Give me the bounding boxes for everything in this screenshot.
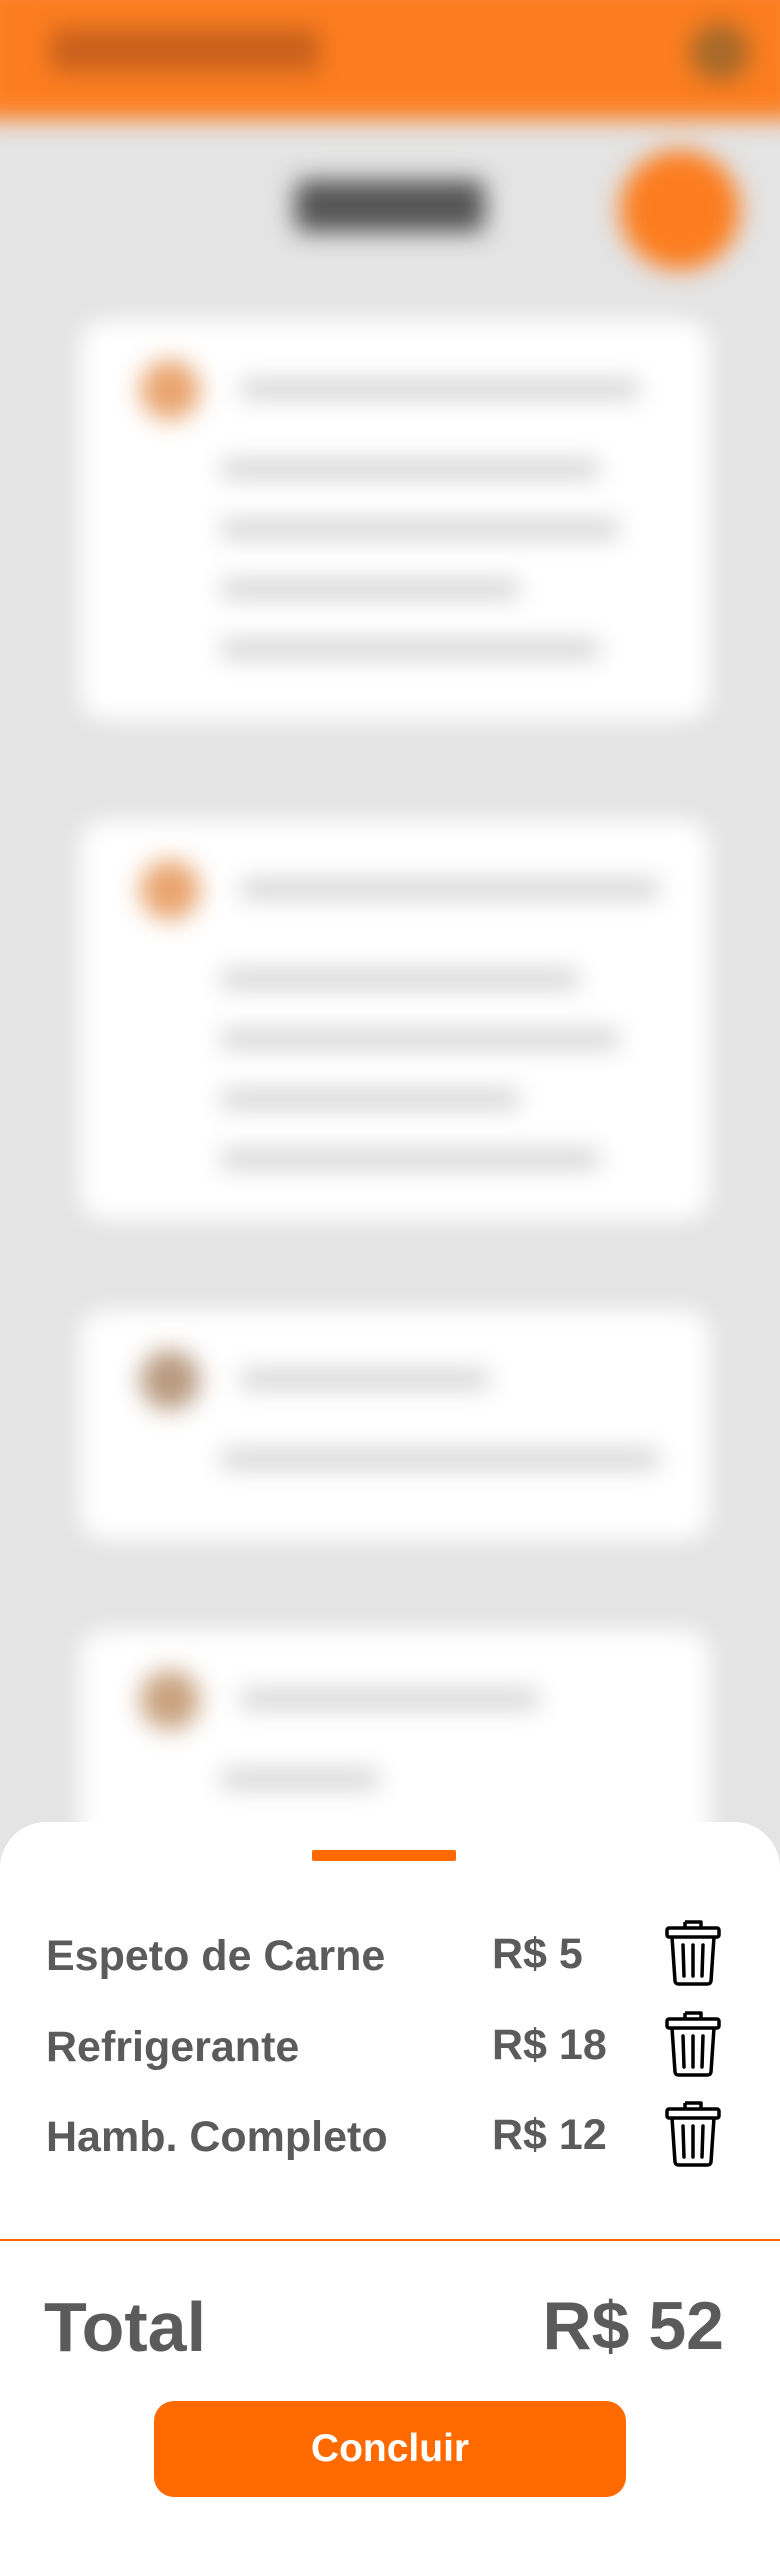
cart-item: Refrigerante R$ 18 [0,2005,780,2085]
avatar [140,1350,200,1410]
page-title [295,180,485,232]
cart-item-price: R$ 18 [492,2021,607,2069]
sheet-drag-handle[interactable] [312,1850,456,1861]
fab-button [620,150,740,270]
cart-bottom-sheet: Espeto de Carne R$ 5 Refrigerante R$ 18 [0,1822,780,2550]
background-card [80,820,710,1220]
cart-item: Hamb. Completo R$ 12 [0,2095,780,2175]
card-icon [140,360,200,420]
background-card [80,1310,710,1540]
cart-item-price: R$ 12 [492,2111,607,2159]
cart-item-name: Espeto de Carne [46,1932,386,1980]
trash-icon[interactable] [662,2009,724,2077]
divider [0,2239,780,2241]
cart-item: Espeto de Carne R$ 5 [0,1914,780,1994]
avatar [690,22,750,82]
trash-icon[interactable] [662,1918,724,1986]
cart-item-name: Hamb. Completo [46,2113,388,2161]
app-header-title [50,28,320,72]
trash-icon[interactable] [662,2099,724,2167]
cart-item-name: Refrigerante [46,2023,300,2071]
total-label: Total [44,2288,207,2366]
background-card [80,320,710,720]
total-value: R$ 52 [542,2288,724,2364]
confirm-button[interactable]: Concluir [154,2401,626,2497]
cart-item-price: R$ 5 [492,1930,583,1978]
avatar [140,1670,200,1730]
card-icon [140,860,200,920]
